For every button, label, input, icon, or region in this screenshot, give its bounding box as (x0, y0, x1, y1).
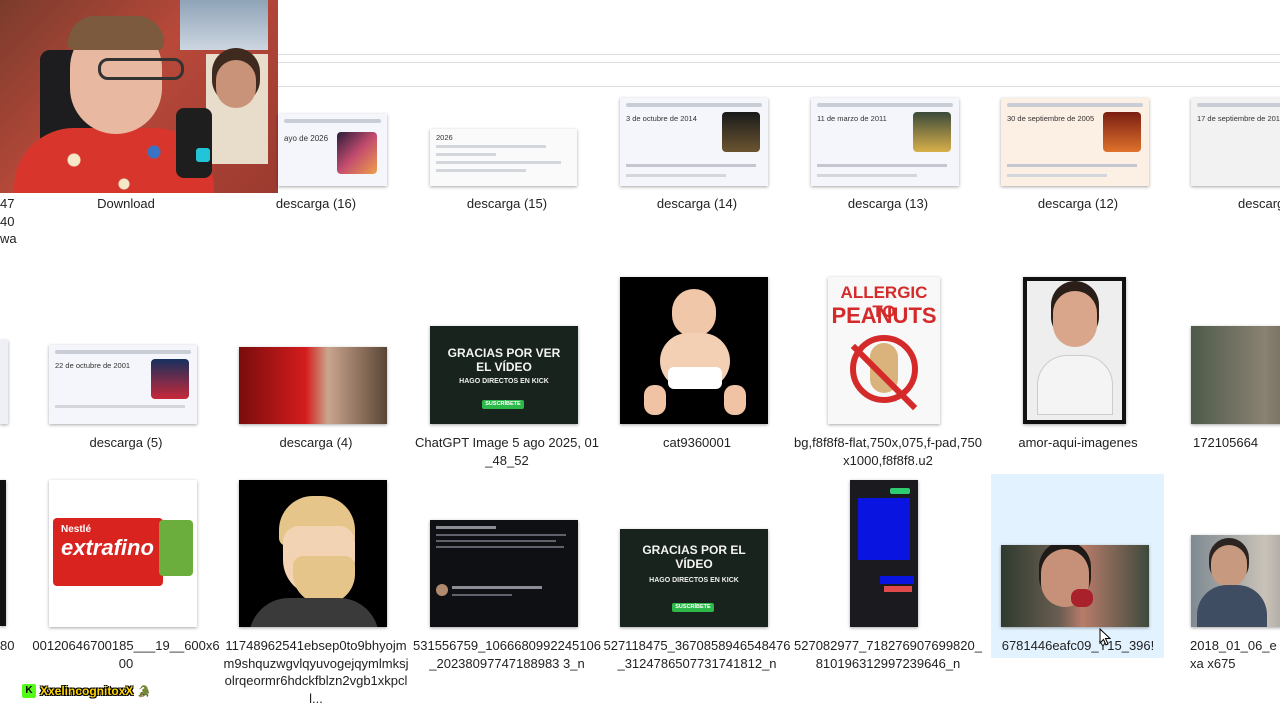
file-thumbnail (850, 480, 918, 627)
file-item[interactable]: cat9360001 (602, 260, 792, 470)
glasses (98, 58, 184, 80)
file-name: 527082977_718276907699820_81019631299723… (794, 638, 982, 671)
file-thumbnail: 30 de septiembre de 2005 (1001, 98, 1149, 186)
file-item[interactable]: 11 de marzo de 2011 descarga (13) (793, 0, 983, 220)
file-item[interactable]: 531556759_1066680992245106_2023809774718… (412, 470, 602, 710)
file-thumbnail: 17 de septiembre de 2013 (1191, 98, 1280, 186)
file-thumbnail (1023, 277, 1126, 424)
file-name: descarga (4) (279, 435, 353, 450)
file-name: descarga (12) (1037, 196, 1119, 211)
file-item[interactable]: ayo de 2026 descarga (16) (221, 0, 411, 220)
file-name: 172105664 (1193, 435, 1259, 450)
file-thumbnail: 11 de marzo de 2011 (811, 98, 959, 186)
file-name: 527118475_3670858946548476_3124786507731… (603, 638, 791, 671)
file-thumbnail: 3 de octubre de 2014 (620, 98, 768, 186)
file-thumbnail: Nestlé extrafino (49, 480, 197, 627)
file-name: descarga (1238, 196, 1280, 211)
file-name: Download (97, 196, 155, 211)
clipped-caption[interactable]: 80 (0, 637, 14, 655)
file-thumbnail (1191, 535, 1280, 627)
file-name: bg,f8f8f8-flat,750x,075,f-pad,750x1000,f… (794, 435, 982, 468)
file-item[interactable]: GRACIAS POR VER EL VÍDEO HAGO DIRECTOS E… (412, 260, 602, 470)
file-thumbnail: 22 de octubre de 2001 (49, 345, 197, 424)
file-item[interactable]: GRACIAS POR EL VÍDEO HAGO DIRECTOS EN KI… (602, 470, 792, 710)
file-name: ChatGPT Image 5 ago 2025, 01_48_52 (414, 435, 600, 468)
file-item[interactable]: Nestlé extrafino 00120646700185___19__60… (31, 470, 221, 710)
file-name: 6781446eafc09_Y15_396! (1001, 638, 1155, 653)
clipped-thumbnail[interactable] (0, 480, 6, 626)
mouse-cursor-icon (1099, 628, 1111, 646)
file-name: descarga (16) (275, 196, 357, 211)
file-item[interactable]: 6781446eafc09_Y15_396! (983, 470, 1173, 710)
file-item[interactable]: 2026 descarga (15) (412, 0, 602, 220)
file-thumbnail (1191, 326, 1280, 424)
file-thumbnail (239, 347, 387, 424)
file-name: 11748962541ebsep0to9bhyojmm9shquzwgvlqyu… (223, 638, 409, 706)
file-name: 2018_01_06_exa x675 (1190, 638, 1277, 671)
file-name: descarga (5) (89, 435, 163, 450)
file-thumbnail: GRACIAS POR VER EL VÍDEO HAGO DIRECTOS E… (430, 326, 578, 424)
crocodile-icon: 🐊 (137, 685, 152, 698)
file-thumbnail (239, 480, 387, 627)
file-thumbnail: ayo de 2026 (278, 114, 387, 186)
file-name: descarga (14) (656, 196, 738, 211)
file-name: descarga (15) (466, 196, 548, 211)
file-name: 531556759_1066680992245106_2023809774718… (413, 638, 601, 671)
file-item[interactable]: 527082977_718276907699820_81019631299723… (793, 470, 983, 710)
file-item[interactable]: descarga (4) (221, 260, 411, 470)
file-item[interactable]: 22 de octubre de 2001 descarga (5) (31, 260, 221, 470)
file-thumbnail: 2026 (430, 129, 577, 186)
file-name: amor-aqui-imagenes (1018, 435, 1138, 450)
file-thumbnail: ALLERGIC TO PEANUTS (828, 277, 940, 424)
file-thumbnail (620, 277, 768, 424)
file-thumbnail (1001, 545, 1149, 627)
kick-icon: K (22, 684, 36, 698)
file-item[interactable]: 172105664 (1173, 260, 1280, 470)
file-item[interactable]: 11748962541ebsep0to9bhyojmm9shquzwgvlqyu… (221, 470, 411, 710)
file-item[interactable]: 30 de septiembre de 2005 descarga (12) (983, 0, 1173, 220)
file-name: descarga (13) (847, 196, 929, 211)
file-item[interactable]: amor-aqui-imagenes (983, 260, 1173, 470)
file-item[interactable]: ALLERGIC TO PEANUTS bg,f8f8f8-flat,750x,… (793, 260, 983, 470)
file-item[interactable]: 17 de septiembre de 2013 descarga (1173, 0, 1280, 220)
clipped-thumbnail[interactable] (0, 340, 8, 424)
file-thumbnail: GRACIAS POR EL VÍDEO HAGO DIRECTOS EN KI… (620, 529, 768, 627)
file-name: 00120646700185___19__600x600 (32, 638, 220, 671)
stream-chat-overlay: K XxelincognitoxX 🐊 (22, 684, 151, 698)
file-item[interactable]: 3 de octubre de 2014 descarga (14) (602, 0, 792, 220)
file-item[interactable]: 2018_01_06_exa x675 (1173, 470, 1280, 710)
clipped-caption[interactable]: 47 40 wa (0, 195, 17, 248)
file-thumbnail (430, 520, 578, 627)
file-name: cat9360001 (663, 435, 731, 450)
overlay-username: XxelincognitoxX (40, 684, 134, 698)
